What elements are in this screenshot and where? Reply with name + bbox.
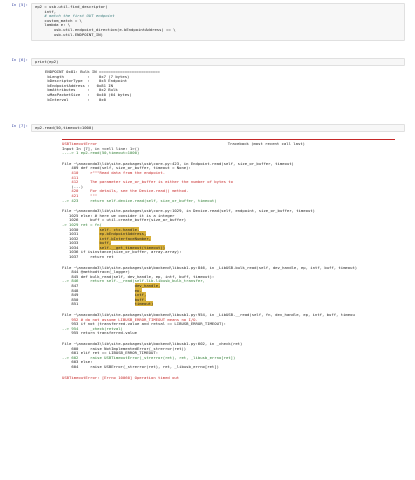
code-editor[interactable]: print(ep2) (31, 58, 405, 66)
code-line: print(ep2) (35, 59, 59, 64)
input-prompt: In [7]: (11, 123, 28, 128)
cell-6-output: ENDPOINT 0x81: Bulk IN =================… (31, 69, 405, 108)
traceback-separator (62, 139, 395, 140)
code-line: ep2.read(50,timeout=1000) (35, 125, 94, 130)
input-prompt: In [5]: (11, 2, 28, 7)
jupyter-notebook: In [5]: ep2 = usb.util.find_descriptor( … (0, 0, 415, 480)
traceback-label: Traceback (most recent call last) (227, 141, 305, 146)
final-error-message: USBTimeoutError: [Errno 10060] Operation… (62, 374, 180, 380)
traceback: USBTimeoutError Traceback (most recent c… (62, 138, 395, 476)
input-prompt: In [6]: (11, 57, 28, 62)
code-editor[interactable]: ep2 = usb.util.find_descriptor( intf, # … (31, 3, 405, 41)
error-output: USBTimeoutError Traceback (most recent c… (31, 138, 405, 476)
code-line: usb.util.ENDPOINT_IN) (35, 31, 103, 37)
code-editor[interactable]: ep2.read(50,timeout=1000) (31, 124, 405, 132)
output-line: bInterval : 0x0 (31, 96, 106, 102)
